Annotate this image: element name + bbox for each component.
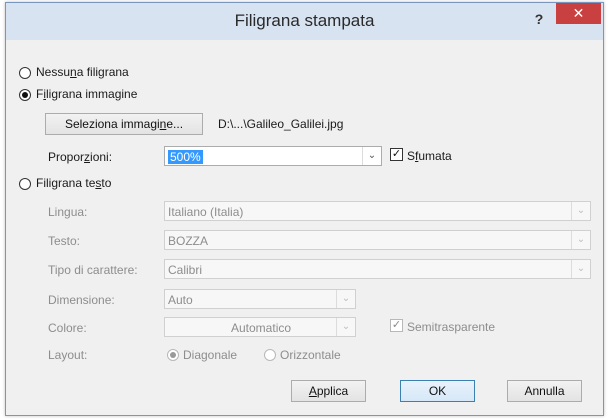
close-button[interactable]: ✕ <box>556 3 601 24</box>
dialog-title: Filigrana stampata <box>234 11 375 30</box>
language-value: Italiano (Italia) <box>168 205 244 219</box>
horizontal-radio <box>264 349 276 361</box>
diagonal-label: Diagonale <box>183 348 238 362</box>
chevron-down-icon[interactable]: ⌄ <box>362 147 381 165</box>
semitransparent-label: Semitrasparente <box>407 320 496 334</box>
picture-file-path: D:\...\Galileo_Galilei.jpg <box>218 117 344 131</box>
size-label: Dimensione: <box>48 293 115 307</box>
language-combo: Italiano (Italia) ⌄ <box>164 201 591 221</box>
text-value: BOZZA <box>168 234 209 248</box>
color-combo: Automatico ⌄ <box>164 317 356 337</box>
text-combo: BOZZA ⌄ <box>164 230 591 250</box>
scale-value: 500% <box>168 150 203 164</box>
chevron-down-icon: ⌄ <box>336 318 355 336</box>
font-label: Tipo di carattere: <box>48 263 138 277</box>
layout-label: Layout: <box>48 348 88 362</box>
diagonal-radio <box>167 349 179 361</box>
semitransparent-checkbox: ✓ <box>390 319 403 332</box>
language-label: Lingua: <box>48 205 88 219</box>
text-label: Testo: <box>48 234 81 248</box>
size-combo: Auto ⌄ <box>164 289 356 309</box>
washout-checkbox[interactable]: ✓ <box>390 148 403 161</box>
ok-button[interactable]: OK <box>400 380 475 402</box>
text-watermark-label[interactable]: Filigrana testo <box>36 176 111 190</box>
font-value: Calibri <box>168 263 203 277</box>
chevron-down-icon: ⌄ <box>571 231 590 249</box>
font-combo: Calibri ⌄ <box>164 259 591 279</box>
no-watermark-radio[interactable] <box>19 67 31 79</box>
color-label: Colore: <box>48 321 87 335</box>
select-picture-button[interactable]: Seleziona immagine... <box>45 113 203 135</box>
scale-combo[interactable]: 500% ⌄ <box>164 146 382 166</box>
close-icon: ✕ <box>572 5 585 21</box>
scale-label: Proporzioni: <box>48 150 113 164</box>
chevron-down-icon: ⌄ <box>571 202 590 220</box>
picture-watermark-radio[interactable] <box>19 89 31 101</box>
no-watermark-label[interactable]: Nessuna filigrana <box>36 65 129 79</box>
color-value: Automatico <box>231 321 292 335</box>
apply-button[interactable]: Applica <box>291 380 366 402</box>
chevron-down-icon: ⌄ <box>336 290 355 308</box>
washout-label[interactable]: Sfumata <box>407 149 452 163</box>
help-button[interactable]: ? <box>531 11 547 29</box>
chevron-down-icon: ⌄ <box>571 260 590 278</box>
title-bar: Filigrana stampata ? ✕ <box>6 3 603 40</box>
cancel-button[interactable]: Annulla <box>507 380 582 402</box>
text-watermark-radio[interactable] <box>19 178 31 190</box>
size-value: Auto <box>168 293 193 307</box>
horizontal-label: Orizzontale <box>280 348 341 362</box>
picture-watermark-label[interactable]: Filigrana immagine <box>36 87 137 101</box>
watermark-dialog: Filigrana stampata ? ✕ Nessuna filigrana… <box>5 2 604 416</box>
